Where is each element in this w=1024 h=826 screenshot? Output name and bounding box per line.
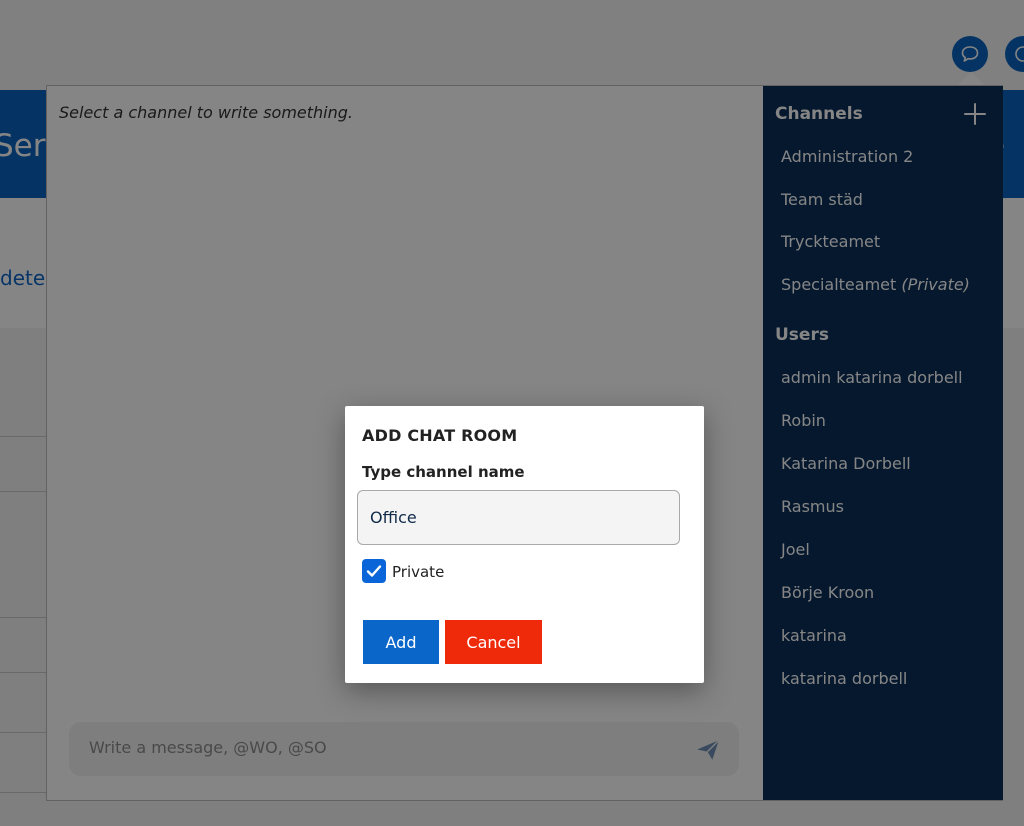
dialog-title: ADD CHAT ROOM — [362, 426, 518, 445]
private-label[interactable]: Private — [392, 563, 444, 581]
add-chat-room-dialog: ADD CHAT ROOM Type channel name Private … — [345, 406, 704, 683]
channel-name-label: Type channel name — [362, 463, 525, 481]
private-checkbox[interactable] — [362, 559, 386, 583]
channel-name-input[interactable] — [357, 490, 680, 545]
cancel-button[interactable]: Cancel — [445, 620, 542, 664]
checkmark-icon — [366, 565, 382, 577]
add-button[interactable]: Add — [363, 620, 439, 664]
